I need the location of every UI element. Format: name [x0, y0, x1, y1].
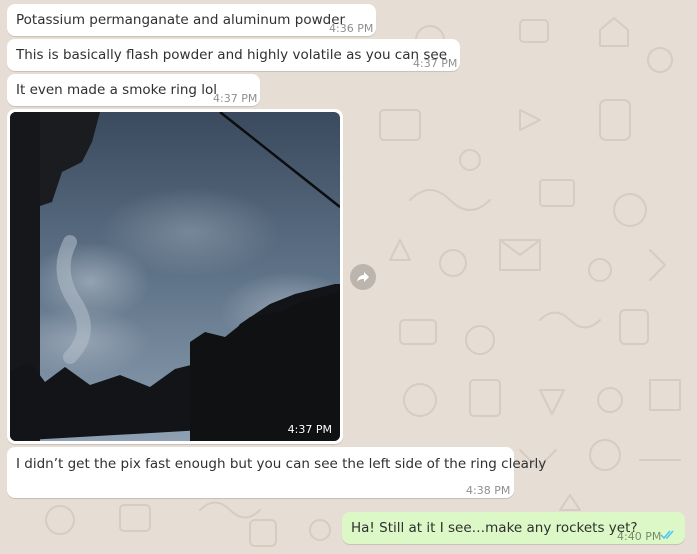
message-text: Potassium permanganate and aluminum powd… [16, 12, 346, 28]
message-text: Ha! Still at it I see…make any rockets y… [351, 520, 638, 536]
message-bubble: This is basically flash powder and highl… [7, 39, 460, 71]
message-time: 4:38 PM [466, 484, 511, 497]
message-time: 4:36 PM [329, 22, 374, 35]
outgoing-message-bubble: Ha! Still at it I see…make any rockets y… [342, 512, 685, 544]
message-text: I didn’t get the pix fast enough but you… [16, 456, 547, 472]
smoke-ring-photo[interactable]: 4:37 PM [10, 112, 340, 441]
message-text: This is basically flash powder and highl… [16, 47, 447, 63]
message-bubble: It even made a smoke ring lol 4:37 PM [7, 74, 260, 106]
forward-button[interactable] [350, 264, 376, 290]
message-bubble: I didn’t get the pix fast enough but you… [7, 447, 546, 498]
message-bubble: Potassium permanganate and aluminum powd… [7, 4, 376, 36]
double-check-icon [660, 530, 674, 540]
message-time: 4:37 PM [287, 423, 332, 436]
message-time: 4:40 PM [617, 530, 662, 543]
message-time: 4:37 PM [413, 57, 458, 70]
message-time: 4:37 PM [213, 92, 258, 105]
photo-message[interactable]: 4:37 PM [7, 109, 343, 444]
forward-arrow-icon [357, 272, 369, 282]
message-text: It even made a smoke ring lol [16, 82, 218, 98]
